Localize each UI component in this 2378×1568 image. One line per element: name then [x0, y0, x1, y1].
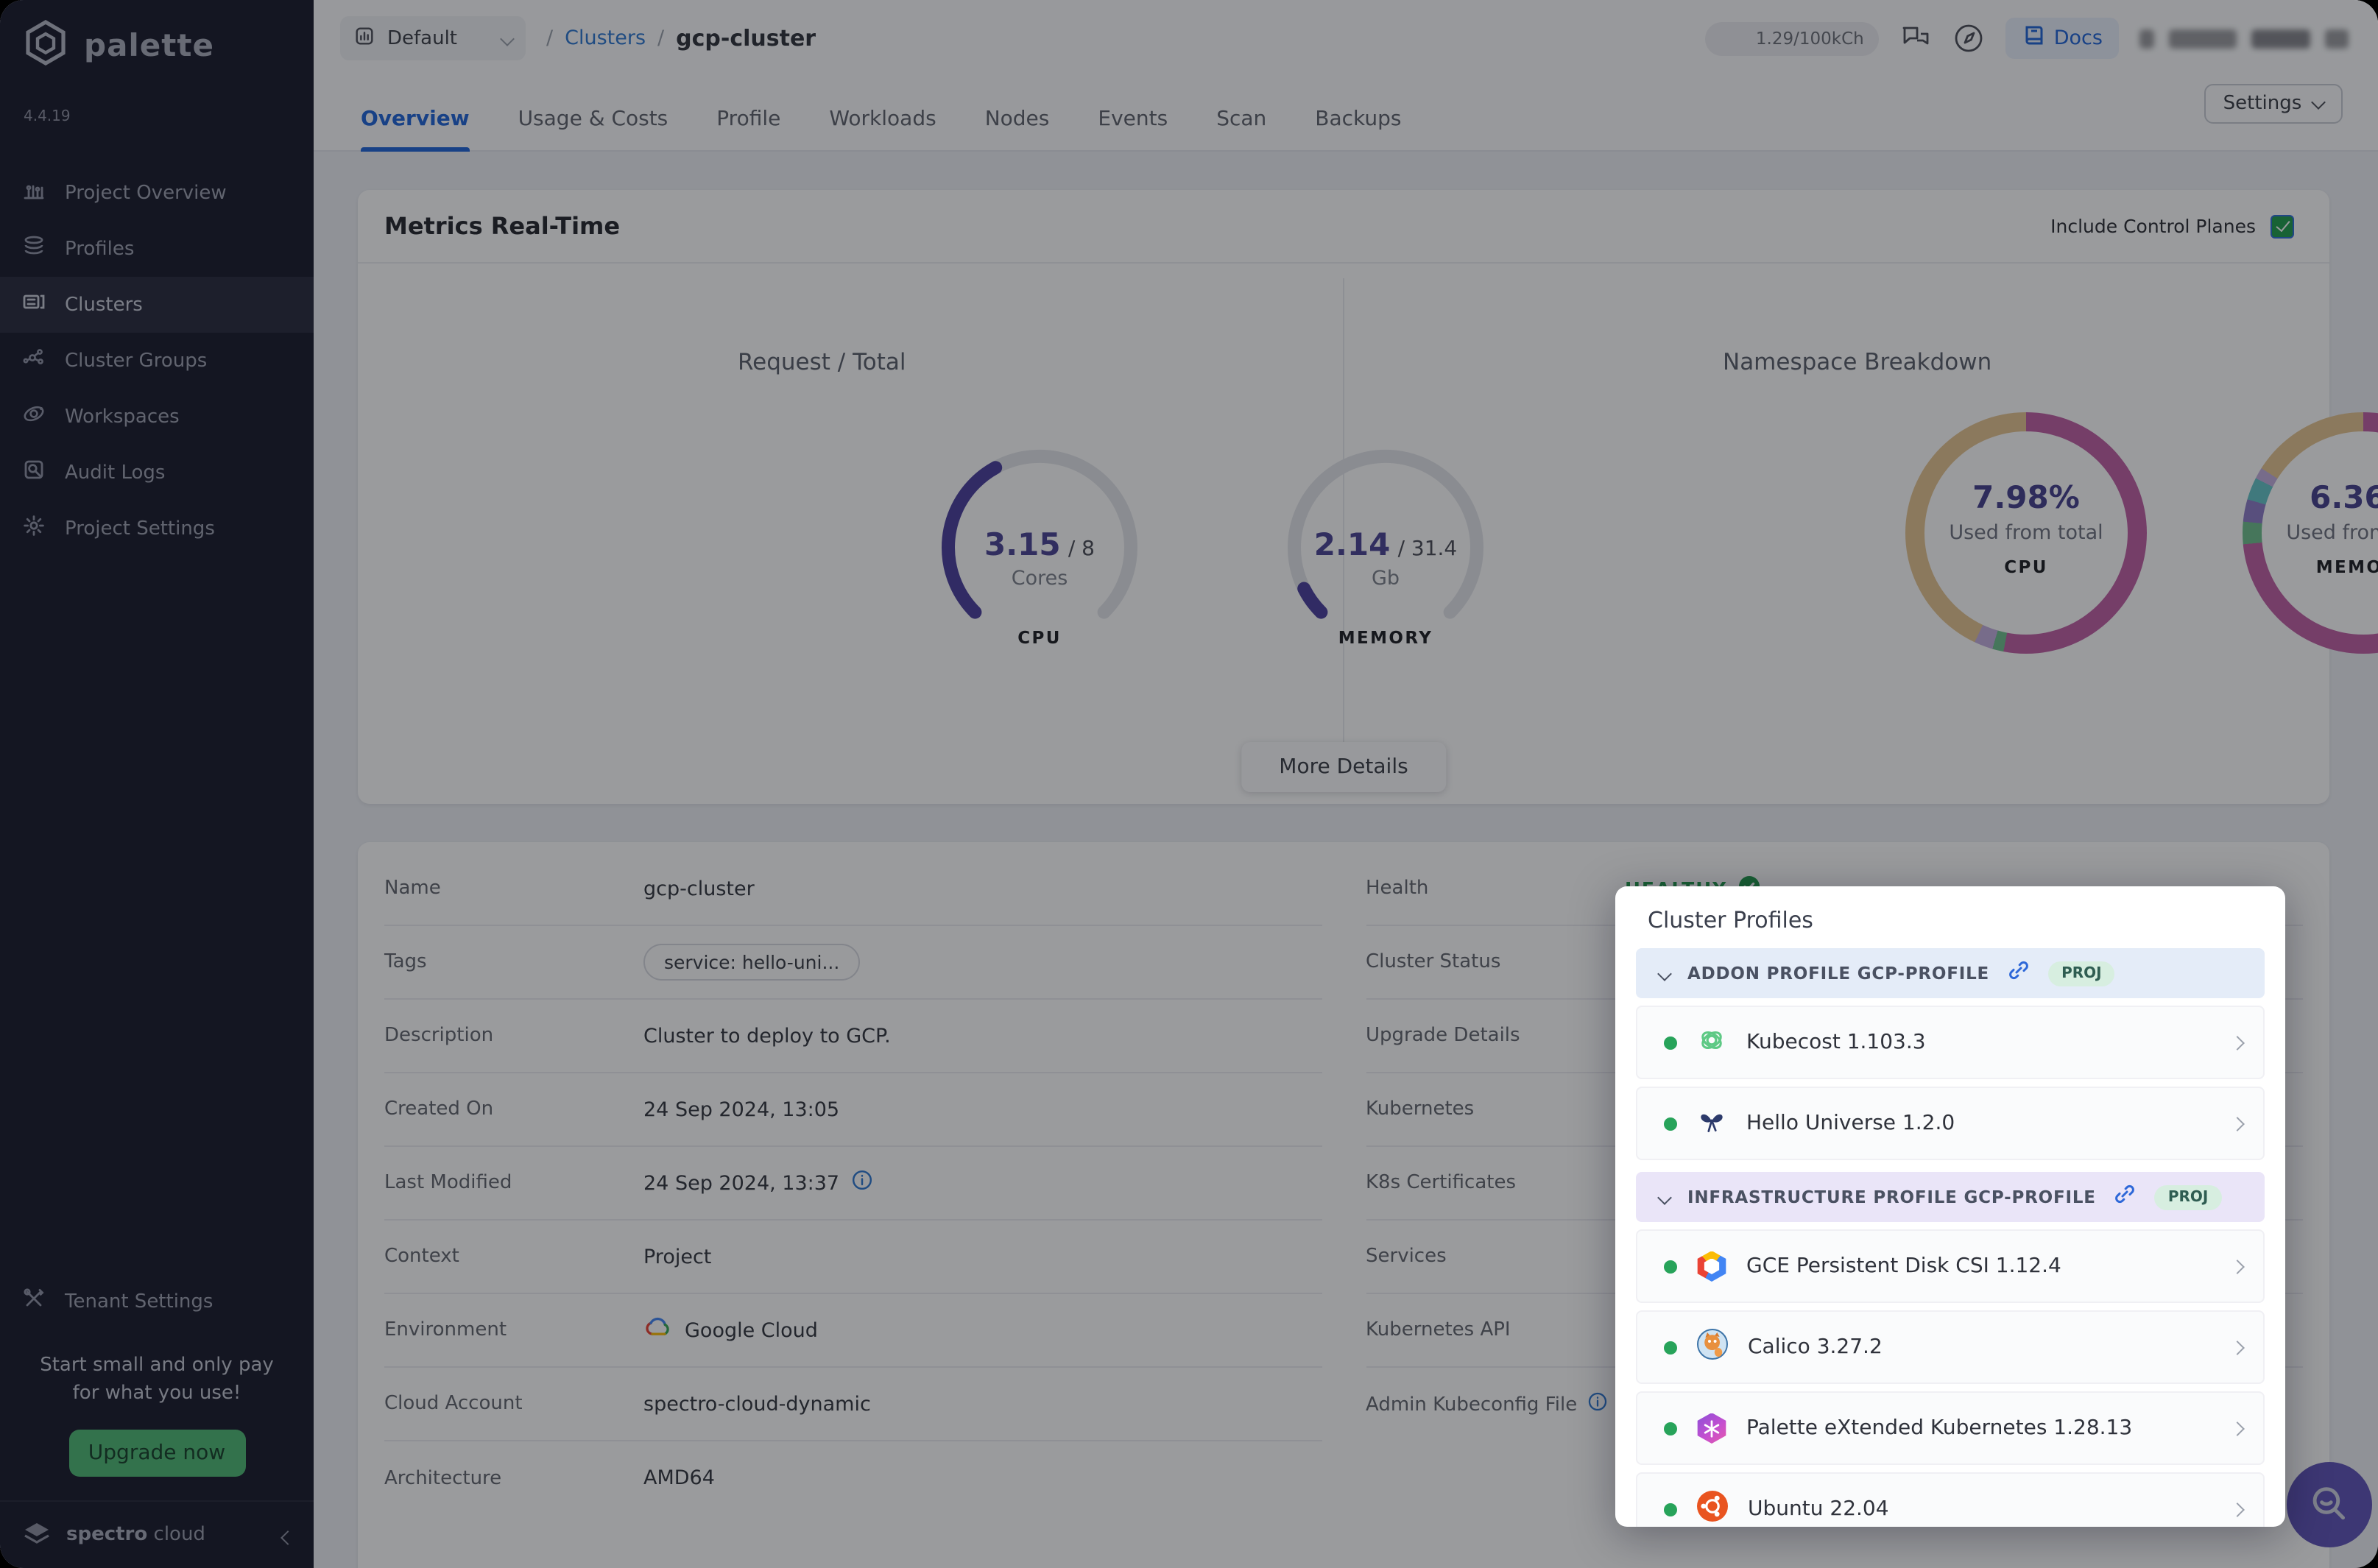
profile-layer-pxk[interactable]: Palette eXtended Kubernetes 1.28.13: [1636, 1391, 2265, 1465]
chevron-right-icon: [2230, 1035, 2245, 1050]
calico-logo: [1696, 1328, 1729, 1366]
chevron-down-icon: [1657, 1190, 1672, 1204]
status-dot: [1664, 1422, 1677, 1435]
profile-layer-hello-universe[interactable]: Hello Universe 1.2.0: [1636, 1087, 2265, 1160]
cluster-profiles-popup: Cluster Profiles ADDON PROFILE GCP-PROFI…: [1615, 886, 2285, 1527]
link-icon[interactable]: [2007, 958, 2031, 988]
infrastructure-profile-label: INFRASTRUCTURE PROFILE GCP-PROFILE: [1687, 1187, 2096, 1207]
status-dot: [1664, 1036, 1677, 1049]
addon-profile-label: ADDON PROFILE GCP-PROFILE: [1687, 963, 1990, 983]
chevron-right-icon: [2230, 1421, 2245, 1435]
scope-badge: PROJ: [2154, 1184, 2222, 1209]
infrastructure-profile-header[interactable]: INFRASTRUCTURE PROFILE GCP-PROFILE PROJ: [1636, 1172, 2265, 1222]
profile-layer-gce-disk[interactable]: GCE Persistent Disk CSI 1.12.4: [1636, 1229, 2265, 1303]
profile-layer-ubuntu[interactable]: Ubuntu 22.04: [1636, 1472, 2265, 1527]
chevron-right-icon: [2230, 1340, 2245, 1355]
chevron-right-icon: [2230, 1259, 2245, 1274]
popup-title: Cluster Profiles: [1648, 907, 1813, 933]
status-dot: [1664, 1502, 1677, 1516]
chevron-down-icon: [1657, 966, 1672, 981]
scope-badge: PROJ: [2048, 961, 2115, 986]
kubecost-logo: [1696, 1024, 1727, 1061]
addon-profile-header[interactable]: ADDON PROFILE GCP-PROFILE PROJ: [1636, 948, 2265, 998]
pxk-logo: [1697, 1413, 1726, 1444]
profile-layer-calico[interactable]: Calico 3.27.2: [1636, 1310, 2265, 1384]
status-dot: [1664, 1117, 1677, 1130]
status-dot: [1664, 1260, 1677, 1273]
app-window: palette 4.4.19 Project Overview Profiles…: [0, 0, 2378, 1568]
gce-disk-logo: [1697, 1251, 1726, 1282]
chevron-right-icon: [2230, 1116, 2245, 1131]
hello-universe-logo: [1696, 1105, 1727, 1142]
link-icon[interactable]: [2114, 1182, 2137, 1212]
status-dot: [1664, 1341, 1677, 1354]
profile-layer-kubecost[interactable]: Kubecost 1.103.3: [1636, 1006, 2265, 1079]
ubuntu-logo: [1696, 1490, 1729, 1527]
chevron-right-icon: [2230, 1502, 2245, 1516]
